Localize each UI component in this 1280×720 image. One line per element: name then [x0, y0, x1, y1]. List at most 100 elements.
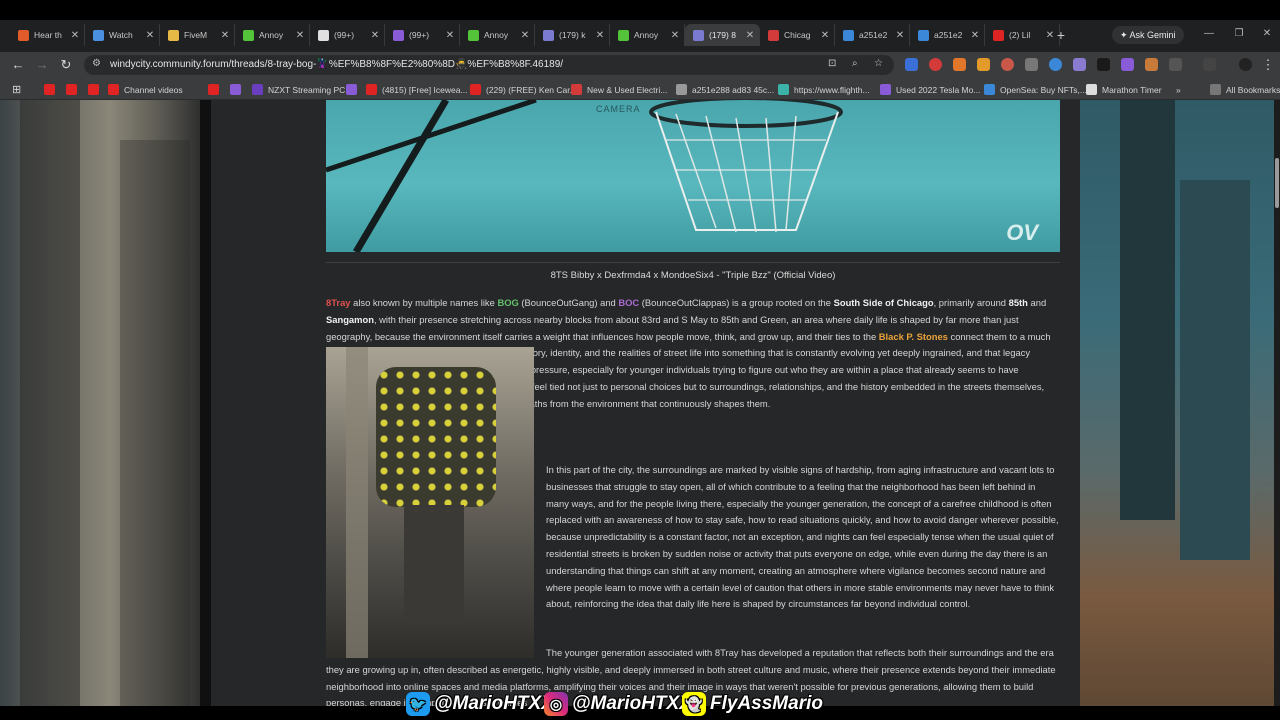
tab-favicon-icon — [843, 29, 854, 41]
text-span: also known by multiple names like — [350, 297, 498, 308]
extension-icon[interactable] — [1001, 58, 1014, 71]
browser-tab[interactable]: (99+) ✕ — [310, 24, 385, 46]
ask-gemini-button[interactable]: ✦ Ask Gemini — [1112, 26, 1184, 44]
tab-close-icon[interactable]: ✕ — [370, 30, 380, 41]
tab-title: (99+) — [334, 30, 355, 40]
keyword-bog: BOG — [497, 297, 519, 308]
bookmark-item[interactable] — [346, 83, 362, 96]
browser-tab[interactable]: Annoy ✕ — [460, 24, 535, 46]
tab-close-icon[interactable]: ✕ — [595, 30, 605, 41]
address-toolbar: ← → ↻ ⚙ windycity.community.forum/thread… — [0, 52, 1280, 78]
url-text: windycity.community.forum/threads/8-tray… — [110, 59, 564, 70]
bookmark-item[interactable]: OpenSea: Buy NFTs,... — [984, 83, 1087, 96]
tab-close-icon[interactable]: ✕ — [70, 30, 80, 41]
site-info-icon[interactable]: ⚙ — [92, 58, 101, 69]
extension-icon[interactable] — [929, 58, 942, 71]
browser-tab[interactable]: a251e2 ✕ — [835, 24, 910, 46]
bookmark-star-icon[interactable]: ☆ — [874, 58, 883, 69]
extension-icon[interactable] — [977, 58, 990, 71]
keyword-black-p-stones[interactable]: Black P. Stones — [879, 331, 948, 342]
minimize-icon[interactable]: — — [1200, 24, 1218, 44]
text-span: (BounceOutClappas) is a group rooted on … — [639, 297, 834, 308]
extension-icon[interactable] — [1097, 58, 1110, 71]
photo-legs — [404, 505, 464, 625]
menu-dots-icon[interactable]: ⋮ — [1258, 55, 1278, 75]
profile-avatar[interactable] — [1239, 58, 1252, 71]
reload-icon[interactable]: ↻ — [56, 55, 76, 75]
zoom-icon[interactable]: ⌕ — [852, 58, 858, 69]
video-thumbnail-basketball-hoop[interactable]: CAMERA OV — [326, 100, 1060, 252]
tab-favicon-icon — [18, 29, 29, 41]
bookmark-item[interactable] — [208, 83, 224, 96]
extension-icon[interactable] — [905, 58, 918, 71]
bookmark-item[interactable]: Channel videos — [108, 83, 183, 96]
new-tab-button[interactable]: + — [1052, 24, 1070, 46]
browser-tab[interactable]: FiveM ✕ — [160, 24, 235, 46]
bookmark-item[interactable]: New & Used Electri... — [571, 83, 667, 96]
bookmark-item[interactable] — [66, 83, 82, 96]
tab-close-icon[interactable]: ✕ — [970, 30, 980, 41]
extensions-puzzle-icon[interactable] — [1169, 58, 1182, 71]
tab-close-icon[interactable]: ✕ — [220, 30, 230, 41]
extension-icon[interactable] — [1049, 58, 1062, 71]
all-bookmarks[interactable]: All Bookmarks — [1210, 83, 1280, 96]
close-window-icon[interactable]: ✕ — [1258, 24, 1276, 44]
reading-list-icon[interactable] — [1203, 58, 1216, 71]
browser-tab[interactable]: Hear th ✕ — [10, 24, 85, 46]
bookmark-item[interactable]: Marathon Timer — [1086, 83, 1162, 96]
tab-close-icon[interactable]: ✕ — [820, 30, 830, 41]
bookmark-item[interactable] — [88, 83, 104, 96]
all-bookmarks-label: All Bookmarks — [1226, 84, 1280, 95]
post-photo-person[interactable] — [326, 347, 534, 658]
bookmark-item[interactable]: (4815) [Free] Icewea... — [366, 83, 468, 96]
bookmark-item[interactable] — [230, 83, 246, 96]
tab-close-icon[interactable]: ✕ — [745, 30, 755, 41]
extension-icon[interactable] — [1073, 58, 1086, 71]
tab-close-icon[interactable]: ✕ — [145, 30, 155, 41]
extension-icon[interactable] — [1145, 58, 1158, 71]
extension-icon[interactable] — [953, 58, 966, 71]
browser-tab[interactable]: a251e2 ✕ — [910, 24, 985, 46]
bookmark-item[interactable]: NZXT Streaming PC — [252, 83, 345, 96]
instagram-icon: ◎ — [544, 692, 568, 716]
browser-tab[interactable]: (179) 8 ✕ — [685, 24, 760, 46]
browser-tab[interactable]: (179) k ✕ — [535, 24, 610, 46]
bookmark-favicon-icon — [230, 84, 241, 95]
browser-tab[interactable]: Annoy ✕ — [610, 24, 685, 46]
bookmark-item[interactable]: Used 2022 Tesla Mo... — [880, 83, 980, 96]
forward-icon[interactable]: → — [32, 55, 52, 75]
bookmark-item[interactable]: a251e288 ad83 45c... — [676, 83, 774, 96]
tab-close-icon[interactable]: ✕ — [895, 30, 905, 41]
apps-grid-icon[interactable]: ⊞ — [12, 83, 21, 96]
background-city-left — [0, 100, 200, 720]
back-icon[interactable]: ← — [8, 55, 28, 75]
tab-title: Annoy — [484, 30, 509, 40]
tab-close-icon[interactable]: ✕ — [520, 30, 530, 41]
tab-close-icon[interactable]: ✕ — [670, 30, 680, 41]
bookmark-item[interactable]: (229) (FREE) Ken Car... — [470, 83, 577, 96]
keyword-south-side: South Side of Chicago — [833, 297, 934, 308]
tab-close-icon[interactable]: ✕ — [295, 30, 305, 41]
extension-icon[interactable] — [1121, 58, 1134, 71]
bookmark-item[interactable]: https://www.flighth... — [778, 83, 870, 96]
tab-favicon-icon — [168, 29, 179, 41]
bookmark-label: OpenSea: Buy NFTs,... — [1000, 84, 1087, 95]
browser-tab[interactable]: Chicag ✕ — [760, 24, 835, 46]
more-bookmarks-icon[interactable]: » — [1176, 83, 1181, 96]
browser-tab[interactable]: Annoy ✕ — [235, 24, 310, 46]
browser-tab[interactable]: Watch ✕ — [85, 24, 160, 46]
tab-close-icon[interactable]: ✕ — [445, 30, 455, 41]
keyword-85th: 85th — [1008, 297, 1028, 308]
install-icon[interactable]: ⊡ — [828, 58, 836, 69]
extension-icon[interactable] — [1025, 58, 1038, 71]
address-bar[interactable]: ⚙ windycity.community.forum/threads/8-tr… — [84, 55, 894, 75]
bookmark-item[interactable] — [44, 83, 60, 96]
twitter-handle-text: @MarioHTXX — [434, 693, 554, 714]
scrollbar-thumb[interactable] — [1275, 158, 1279, 208]
page-scrollbar[interactable] — [1274, 100, 1280, 720]
browser-tab[interactable]: (99+) ✕ — [385, 24, 460, 46]
browser-tab[interactable]: (2) Lil ✕ — [985, 24, 1060, 46]
tab-title: Annoy — [259, 30, 284, 40]
bookmark-label: Used 2022 Tesla Mo... — [896, 84, 981, 95]
maximize-icon[interactable]: ❐ — [1230, 24, 1248, 44]
